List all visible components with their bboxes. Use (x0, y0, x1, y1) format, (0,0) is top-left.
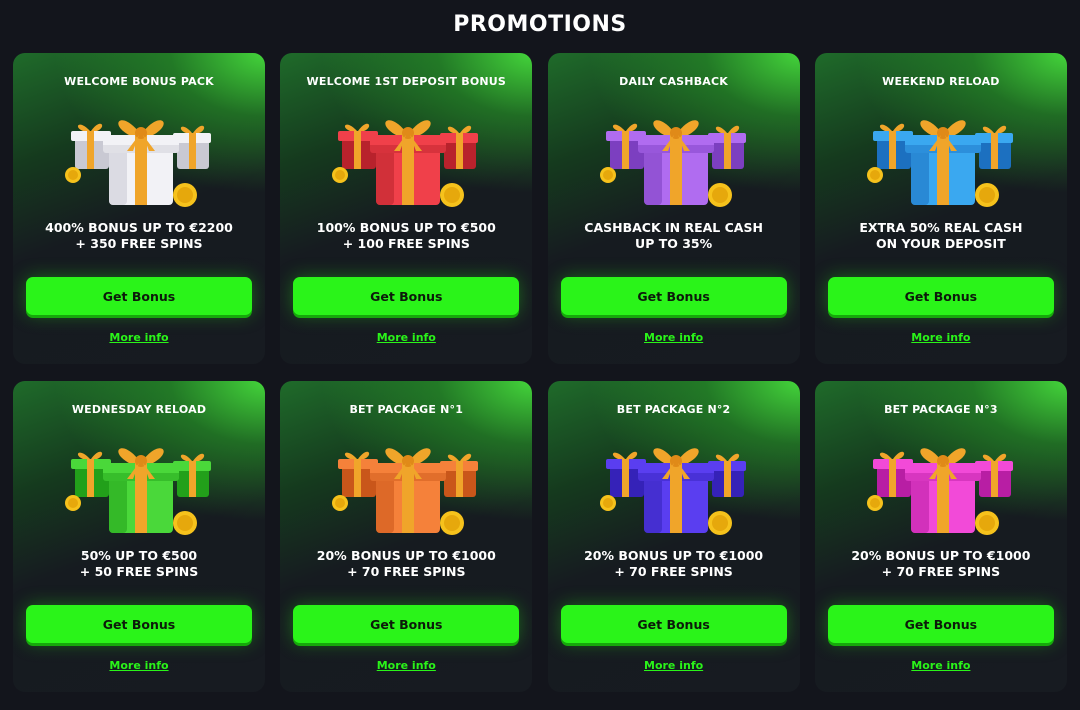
more-info-link[interactable]: More info (548, 659, 800, 672)
promo-description-line: EXTRA 50% REAL CASH (859, 220, 1023, 235)
coin-icon (173, 511, 197, 535)
promo-description: 50% UP TO €500 + 50 FREE SPINS (13, 548, 265, 580)
gift-icon (65, 433, 215, 541)
promo-title: WELCOME BONUS PACK (64, 75, 214, 88)
gift-icon (599, 433, 750, 541)
promo-description-line: + 70 FREE SPINS (614, 564, 733, 579)
get-bonus-button[interactable]: Get Bonus (827, 277, 1054, 315)
more-info-link[interactable]: More info (13, 659, 265, 672)
promo-description-line: 20% BONUS UP TO €1000 (851, 548, 1031, 563)
big-gift (904, 448, 981, 533)
coin-icon (974, 183, 999, 207)
coin-icon (440, 183, 465, 207)
promo-description-line: + 70 FREE SPINS (347, 564, 466, 579)
promo-description-line: 50% UP TO €500 (80, 548, 198, 563)
promo-card: WEDNESDAY RELOAD 50% UP TO €500 + 50 FRE… (13, 381, 265, 692)
big-gift (103, 120, 179, 205)
promo-title: BET PACKAGE N°2 (616, 403, 731, 416)
gift-icon (332, 105, 482, 213)
get-bonus-button[interactable]: Get Bonus (26, 605, 252, 643)
promo-title: WELCOME 1ST DEPOSIT BONUS (306, 75, 507, 88)
coin-icon (866, 495, 883, 511)
promo-title: DAILY CASHBACK (619, 75, 729, 88)
gift-icon (866, 433, 1017, 541)
promo-description: 20% BONUS UP TO €1000 + 70 FREE SPINS (280, 548, 532, 580)
coin-icon (440, 511, 465, 535)
promo-description-line: UP TO 35% (635, 236, 713, 251)
promo-card: WELCOME 1ST DEPOSIT BONUS 100% BONUS UP … (280, 53, 533, 364)
promo-description-line: + 50 FREE SPINS (79, 564, 199, 579)
more-info-link[interactable]: More info (815, 331, 1067, 344)
promo-description-line: + 100 FREE SPINS (342, 236, 470, 251)
promo-description: 20% BONUS UP TO €1000 + 70 FREE SPINS (815, 548, 1067, 580)
more-info-link[interactable]: More info (815, 659, 1067, 672)
coin-icon (332, 495, 349, 511)
promo-title: WEDNESDAY RELOAD (71, 403, 207, 416)
coin-icon (332, 167, 349, 183)
promo-description: 20% BONUS UP TO €1000 + 70 FREE SPINS (548, 548, 800, 580)
promo-description-line: ON YOUR DEPOSIT (876, 236, 1006, 251)
more-info-link[interactable]: More info (13, 331, 265, 344)
promo-card: DAILY CASHBACK CASHBACK IN REAL CASH UP … (547, 53, 800, 364)
gift-icon (599, 105, 750, 213)
big-gift (370, 120, 447, 205)
coin-icon (65, 495, 81, 511)
promo-description-line: 20% BONUS UP TO €1000 (584, 548, 764, 563)
promo-description-line: 100% BONUS UP TO €500 (316, 220, 496, 235)
promo-card: WEEKEND RELOAD EXTRA 50% REAL CASH ON YO… (814, 53, 1067, 364)
promo-card: BET PACKAGE N°3 20% BONUS UP TO €1000 + … (814, 381, 1067, 692)
promo-title: BET PACKAGE N°3 (884, 403, 998, 416)
big-gift (637, 120, 714, 205)
promo-description-line: 20% BONUS UP TO €1000 (316, 548, 496, 563)
get-bonus-button[interactable]: Get Bonus (26, 277, 252, 315)
promo-description: CASHBACK IN REAL CASH UP TO 35% (548, 220, 800, 252)
get-bonus-button[interactable]: Get Bonus (560, 277, 787, 315)
promo-description-line: 400% BONUS UP TO €2200 (45, 220, 233, 235)
promo-description-line: + 70 FREE SPINS (881, 564, 1001, 579)
coin-icon (866, 167, 883, 183)
coin-icon (707, 511, 732, 535)
promo-card: BET PACKAGE N°2 20% BONUS UP TO €1000 + … (547, 381, 800, 692)
gift-icon (65, 105, 215, 213)
promo-card: WELCOME BONUS PACK 400% BONUS UP TO €220… (13, 53, 265, 364)
more-info-link[interactable]: More info (548, 331, 800, 344)
gift-icon (866, 105, 1017, 213)
coin-icon (599, 495, 616, 511)
coin-icon (599, 167, 616, 183)
gift-icon (332, 433, 482, 541)
coin-icon (707, 183, 732, 207)
promo-description-line: + 350 FREE SPINS (75, 236, 203, 251)
big-gift (904, 120, 981, 205)
page-title: PROMOTIONS (453, 12, 627, 37)
big-gift (637, 448, 714, 533)
get-bonus-button[interactable]: Get Bonus (827, 605, 1054, 643)
coin-icon (65, 167, 81, 183)
promo-title: BET PACKAGE N°1 (349, 403, 464, 416)
promo-description-line: CASHBACK IN REAL CASH (584, 220, 763, 235)
promo-description: 100% BONUS UP TO €500 + 100 FREE SPINS (280, 220, 532, 252)
promo-card: BET PACKAGE N°1 20% BONUS UP TO €1000 + … (280, 381, 533, 692)
promo-title: WEEKEND RELOAD (882, 75, 1000, 88)
get-bonus-button[interactable]: Get Bonus (560, 605, 787, 643)
get-bonus-button[interactable]: Get Bonus (293, 277, 520, 315)
big-gift (370, 448, 447, 533)
coin-icon (974, 511, 999, 535)
more-info-link[interactable]: More info (280, 659, 532, 672)
promo-description: 400% BONUS UP TO €2200 + 350 FREE SPINS (13, 220, 265, 252)
big-gift (103, 448, 179, 533)
coin-icon (173, 183, 197, 207)
promo-description: EXTRA 50% REAL CASH ON YOUR DEPOSIT (815, 220, 1067, 252)
promotions-grid: WELCOME BONUS PACK 400% BONUS UP TO €220… (13, 53, 1067, 692)
more-info-link[interactable]: More info (280, 331, 532, 344)
get-bonus-button[interactable]: Get Bonus (293, 605, 520, 643)
